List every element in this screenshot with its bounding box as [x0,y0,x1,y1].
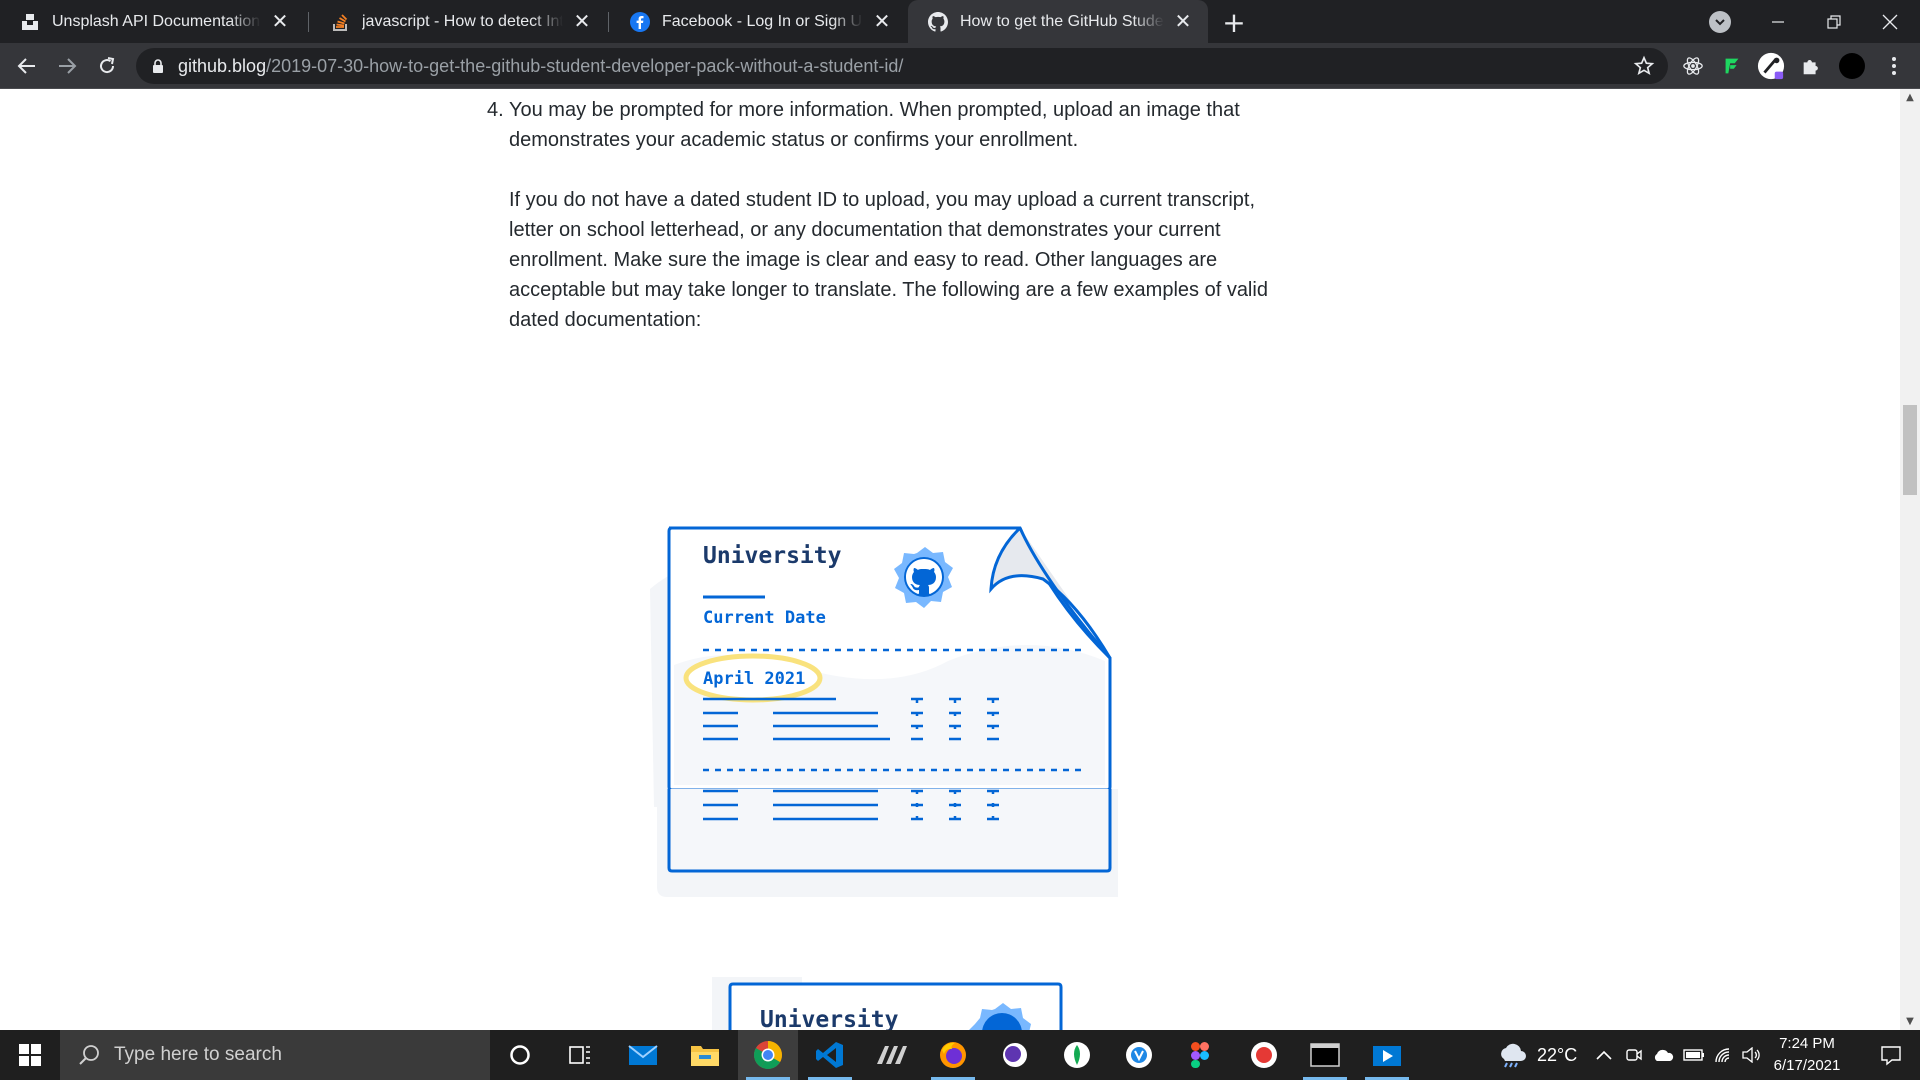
scroll-up-arrow-icon[interactable]: ▲ [1900,89,1920,106]
terminal-icon[interactable] [1295,1030,1355,1080]
close-icon[interactable]: ✕ [571,11,593,33]
app-blue-badge-icon[interactable] [1109,1030,1169,1080]
wifi-icon[interactable] [1714,1030,1734,1080]
unsplash-icon [20,12,40,32]
temperature-text: 22°C [1537,1044,1578,1065]
document-lower-section [648,775,1128,919]
bookmark-star-icon[interactable] [1632,54,1656,78]
show-hidden-icons-chevron-icon[interactable] [1596,1030,1612,1080]
windows-start-icon[interactable] [0,1030,60,1080]
vscode-icon[interactable] [800,1030,860,1080]
windows-taskbar: Type here to search 22°C 7:24 PM 6/17/20… [0,1030,1920,1080]
screen-recorder-icon[interactable] [1234,1030,1294,1080]
file-explorer-icon[interactable] [675,1030,735,1080]
tab-title: Unsplash API Documentation | Free [52,12,261,30]
system-clock[interactable]: 7:24 PM 6/17/2021 [1762,1033,1852,1077]
close-icon[interactable]: ✕ [269,11,291,33]
tab-facebook[interactable]: Facebook - Log In or Sign Up ✕ [610,0,907,43]
university-document-illustration-2: University [712,977,1082,1030]
tab-title: How to get the GitHub Student Developer … [960,12,1164,30]
new-tab-button[interactable]: + [1218,6,1250,39]
menu-kebab-icon[interactable] [1880,52,1908,80]
github-icon [928,11,948,32]
document-date-value: April 2021 [703,669,805,689]
document-heading: University [760,1007,899,1030]
figma-icon[interactable] [1170,1030,1230,1080]
chrome-icon[interactable] [738,1030,798,1080]
url-text: github.blog/2019-07-30-how-to-get-the-gi… [178,56,903,77]
task-view-icon[interactable] [550,1030,610,1080]
list-number: 4. [487,99,504,121]
restore-icon[interactable] [1806,0,1862,43]
tab-title: Facebook - Log In or Sign Up [662,12,863,30]
reload-icon[interactable] [91,50,123,82]
battery-icon[interactable] [1683,1030,1705,1080]
page-viewport: 4. You may be prompted for more informat… [0,89,1900,1030]
university-document-illustration: University Current Date April 2021 [648,429,1128,809]
forward-arrow-icon[interactable] [51,50,83,82]
clock-time: 7:24 PM [1779,1035,1835,1052]
minimize-icon[interactable] [1750,0,1806,43]
app-purple-circle-icon[interactable] [985,1030,1045,1080]
extensions-puzzle-icon[interactable] [1797,52,1825,80]
tab-search-icon[interactable] [1709,11,1731,33]
account-avatar[interactable] [1838,52,1866,80]
search-icon [78,1044,100,1066]
document-heading: University [703,543,842,569]
volume-icon[interactable] [1741,1030,1761,1080]
react-devtools-icon[interactable] [1679,52,1707,80]
paragraph: You may be prompted for more information… [509,99,1240,151]
url-host: github.blog [178,55,267,76]
url-path: /2019-07-30-how-to-get-the-github-studen… [266,55,904,76]
tab-stackoverflow[interactable]: javascript - How to detect Internet ✕ [310,0,607,43]
list-item-content: You may be prompted for more information… [509,95,1284,365]
taskbar-search-box[interactable]: Type here to search [60,1030,490,1080]
profile-avatar-icon[interactable] [1757,52,1785,80]
firefox-icon[interactable] [923,1030,983,1080]
onedrive-icon[interactable] [1652,1030,1674,1080]
weather-cloud-icon [1501,1043,1526,1068]
tab-unsplash[interactable]: Unsplash API Documentation | Free ✕ [0,0,305,43]
notification-center-icon[interactable] [1862,1030,1920,1080]
mongodb-compass-icon[interactable] [1047,1030,1107,1080]
cortana-icon[interactable] [490,1030,550,1080]
address-bar[interactable]: github.blog/2019-07-30-how-to-get-the-gi… [136,48,1668,84]
extension-green-icon[interactable] [1718,52,1746,80]
clock-date: 6/17/2021 [1773,1057,1841,1074]
app-ma-icon[interactable] [862,1030,922,1080]
document-date-label: Current Date [703,608,826,628]
browser-toolbar: github.blog/2019-07-30-how-to-get-the-gi… [0,43,1920,89]
meet-now-icon[interactable] [1625,1030,1643,1080]
search-placeholder: Type here to search [114,1044,282,1065]
weather-widget[interactable]: 22°C [1497,1030,1577,1080]
tab-strip: Unsplash API Documentation | Free ✕ java… [0,0,1920,43]
scrollbar-thumb[interactable] [1903,405,1917,495]
window-close-icon[interactable] [1862,0,1918,43]
lock-icon[interactable] [150,58,166,74]
close-icon[interactable]: ✕ [1172,11,1194,33]
tab-separator [608,12,609,32]
close-icon[interactable]: ✕ [871,11,893,33]
mail-icon[interactable] [613,1030,673,1080]
back-arrow-icon[interactable] [11,50,43,82]
facebook-icon [630,11,650,32]
media-player-icon[interactable] [1357,1030,1417,1080]
tab-title: javascript - How to detect Internet [362,12,563,30]
paragraph: If you do not have a dated student ID to… [509,189,1268,331]
tab-separator [308,12,309,32]
stackoverflow-icon [330,12,350,32]
page-scrollbar[interactable]: ▲ ▼ [1900,89,1920,1030]
scroll-down-arrow-icon[interactable]: ▼ [1900,1013,1920,1030]
tab-github-blog[interactable]: How to get the GitHub Student Developer … [908,0,1208,43]
